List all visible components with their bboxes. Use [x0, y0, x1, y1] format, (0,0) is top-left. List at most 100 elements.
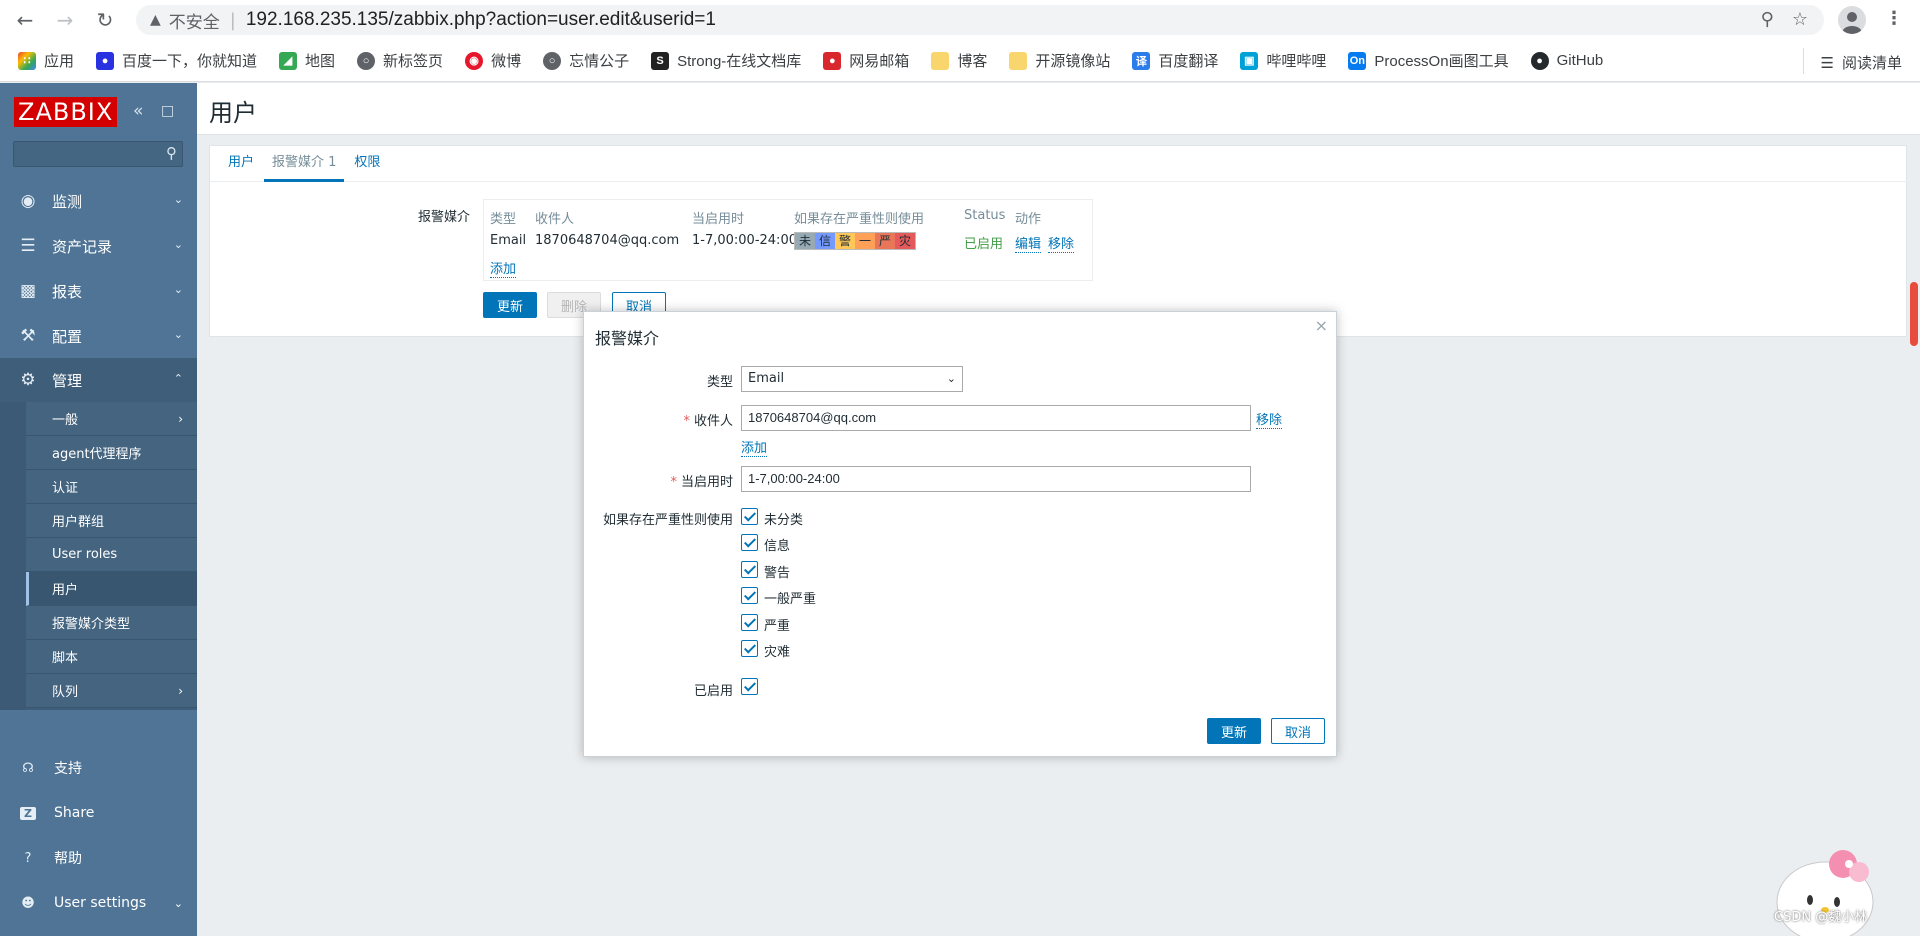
close-icon[interactable]: ×: [1315, 316, 1328, 335]
bookmark-apps[interactable]: ∷ 应用: [18, 50, 74, 71]
tab-media[interactable]: 报警媒介 1: [264, 146, 345, 182]
dialog-title: 报警媒介: [595, 329, 660, 348]
sev-information: 信: [815, 233, 835, 249]
netease-icon: ●: [823, 51, 842, 70]
remove-recipient-link[interactable]: 移除: [1256, 409, 1283, 429]
menu-help[interactable]: ? 帮助: [0, 838, 197, 878]
severity-checkbox-average[interactable]: [741, 587, 758, 604]
github-icon: ●: [1530, 51, 1549, 70]
bookmark-weibo[interactable]: ◉ 微博: [465, 50, 521, 71]
bookmark-mirror[interactable]: 开源镜像站: [1009, 50, 1110, 71]
bookmark-bilibili[interactable]: ▣ 哔哩哔哩: [1240, 50, 1326, 71]
reload-icon[interactable]: ↻: [90, 5, 120, 35]
col-type: 类型: [490, 212, 517, 227]
submenu-proxies[interactable]: agent代理程序: [26, 436, 197, 470]
update-button[interactable]: 更新: [483, 292, 537, 318]
menu-kebab-icon[interactable]: ⋮: [1885, 8, 1903, 29]
bilibili-icon: ▣: [1240, 51, 1259, 70]
menu-administration[interactable]: ⚙ 管理 ⌃: [0, 358, 197, 402]
bookmark-newtab[interactable]: ○ 新标签页: [357, 50, 443, 71]
headset-icon: ☊: [22, 760, 34, 776]
bookmark-github[interactable]: ● GitHub: [1530, 51, 1603, 70]
kiosk-mode-icon[interactable]: □: [161, 103, 174, 119]
tab-user[interactable]: 用户: [220, 146, 262, 182]
search-icon[interactable]: ⚲: [166, 144, 177, 162]
submenu-user-roles[interactable]: User roles: [26, 538, 197, 572]
submenu-media-types[interactable]: 报警媒介类型: [26, 606, 197, 640]
bookmark-fanyi[interactable]: 译百度翻译: [1132, 50, 1218, 71]
collapse-sidebar-icon[interactable]: «: [133, 101, 143, 121]
dialog-update-button[interactable]: 更新: [1207, 718, 1261, 744]
submenu-general[interactable]: 一般 ›: [26, 402, 197, 436]
bookmark-map[interactable]: ◢ 地图: [279, 50, 335, 71]
row-remove-link[interactable]: 移除: [1048, 233, 1075, 253]
bookmark-processon[interactable]: On ProcessOn画图工具: [1348, 50, 1509, 71]
sev-not-classified: 未: [795, 233, 815, 249]
col-severity: 如果存在严重性则使用: [794, 212, 925, 227]
scroll-indicator[interactable]: [1910, 282, 1918, 346]
severity-checkbox-disaster[interactable]: [741, 640, 758, 657]
zabbix-logo[interactable]: ZABBIX: [14, 97, 118, 127]
page-title: 用户: [209, 99, 257, 127]
severity-checkbox-high[interactable]: [741, 614, 758, 631]
recipient-label: * 收件人: [683, 414, 733, 429]
when-active-input[interactable]: 1-7,00:00-24:00: [741, 466, 1251, 492]
add-media-link[interactable]: 添加: [490, 258, 517, 278]
severity-label: 如果存在严重性则使用: [602, 513, 733, 528]
url-text[interactable]: 192.168.235.135/zabbix.php?action=user.e…: [246, 9, 716, 31]
sev-high: 严: [875, 233, 895, 249]
profile-avatar-icon[interactable]: [1838, 6, 1866, 34]
sidebar-search-input[interactable]: ⚲: [13, 141, 183, 167]
submenu-users[interactable]: 用户: [26, 572, 197, 606]
tabs: 用户 报警媒介 1 权限: [210, 146, 1908, 182]
dialog-cancel-button[interactable]: 取消: [1271, 718, 1325, 744]
menu-monitoring[interactable]: ◉ 监测 ⌄: [0, 179, 197, 223]
star-icon[interactable]: ☆: [1792, 9, 1808, 30]
row-edit-link[interactable]: 编辑: [1015, 233, 1042, 253]
bookmark-wangqing[interactable]: ○ 忘情公子: [543, 50, 629, 71]
chevron-right-icon: ›: [178, 683, 183, 698]
bookmark-blog[interactable]: 博客: [931, 50, 987, 71]
severity-checkbox-information[interactable]: [741, 534, 758, 551]
warning-icon: ▲: [150, 12, 161, 28]
list-icon: ☰: [20, 236, 36, 256]
row-status[interactable]: 已启用: [964, 233, 1003, 252]
back-icon[interactable]: ←: [10, 5, 40, 35]
browser-toolbar: ← → ↻ ▲ 不安全 | 192.168.235.135/zabbix.php…: [0, 0, 1920, 40]
menu-inventory[interactable]: ☰ 资产记录 ⌄: [0, 224, 197, 268]
translate-icon: 译: [1132, 51, 1151, 70]
folder-icon: [931, 51, 950, 70]
processon-icon: On: [1348, 51, 1367, 70]
apps-grid-icon: ∷: [18, 51, 36, 70]
add-recipient-link[interactable]: 添加: [741, 437, 768, 457]
submenu-scripts[interactable]: 脚本: [26, 640, 197, 674]
eye-icon: ◉: [20, 191, 36, 211]
tab-permissions[interactable]: 权限: [346, 146, 388, 182]
menu-support[interactable]: ☊ 支持: [0, 748, 197, 788]
baidu-paw-icon: ●: [96, 51, 115, 70]
bookmark-strong[interactable]: S Strong-在线文档库: [651, 50, 801, 71]
recipient-input[interactable]: 1870648704@qq.com: [741, 405, 1251, 431]
bookmark-163mail[interactable]: ● 网易邮箱: [823, 50, 909, 71]
menu-reports[interactable]: ▩ 报表 ⌄: [0, 269, 197, 313]
submenu-queue[interactable]: 队列 ›: [26, 674, 197, 708]
address-bar[interactable]: ▲ 不安全 | 192.168.235.135/zabbix.php?actio…: [136, 5, 1824, 35]
enabled-checkbox[interactable]: [741, 678, 758, 695]
bar-chart-icon: ▩: [19, 281, 37, 301]
chevron-down-icon: ⌄: [173, 328, 183, 341]
menu-share[interactable]: Z Share: [0, 793, 197, 833]
severity-label-high: 严重: [764, 619, 791, 634]
reading-list-button[interactable]: ☰ 阅读清单: [1802, 48, 1902, 74]
severity-checkbox-warning[interactable]: [741, 561, 758, 578]
menu-user-settings[interactable]: ☻ User settings ⌄: [0, 883, 197, 923]
zoom-icon[interactable]: ⚲: [1761, 9, 1774, 30]
forward-icon[interactable]: →: [50, 5, 80, 35]
submenu-authentication[interactable]: 认证: [26, 470, 197, 504]
bookmark-baidu[interactable]: ● 百度一下，你就知道: [96, 50, 257, 71]
severity-checkbox-not-classified[interactable]: [741, 508, 758, 525]
submenu-user-groups[interactable]: 用户群组: [26, 504, 197, 538]
type-select[interactable]: Email ⌄: [741, 366, 963, 392]
menu-configuration[interactable]: ⚒ 配置 ⌄: [0, 314, 197, 358]
severity-label-average: 一般严重: [764, 592, 817, 607]
col-recipient: 收件人: [535, 212, 575, 227]
